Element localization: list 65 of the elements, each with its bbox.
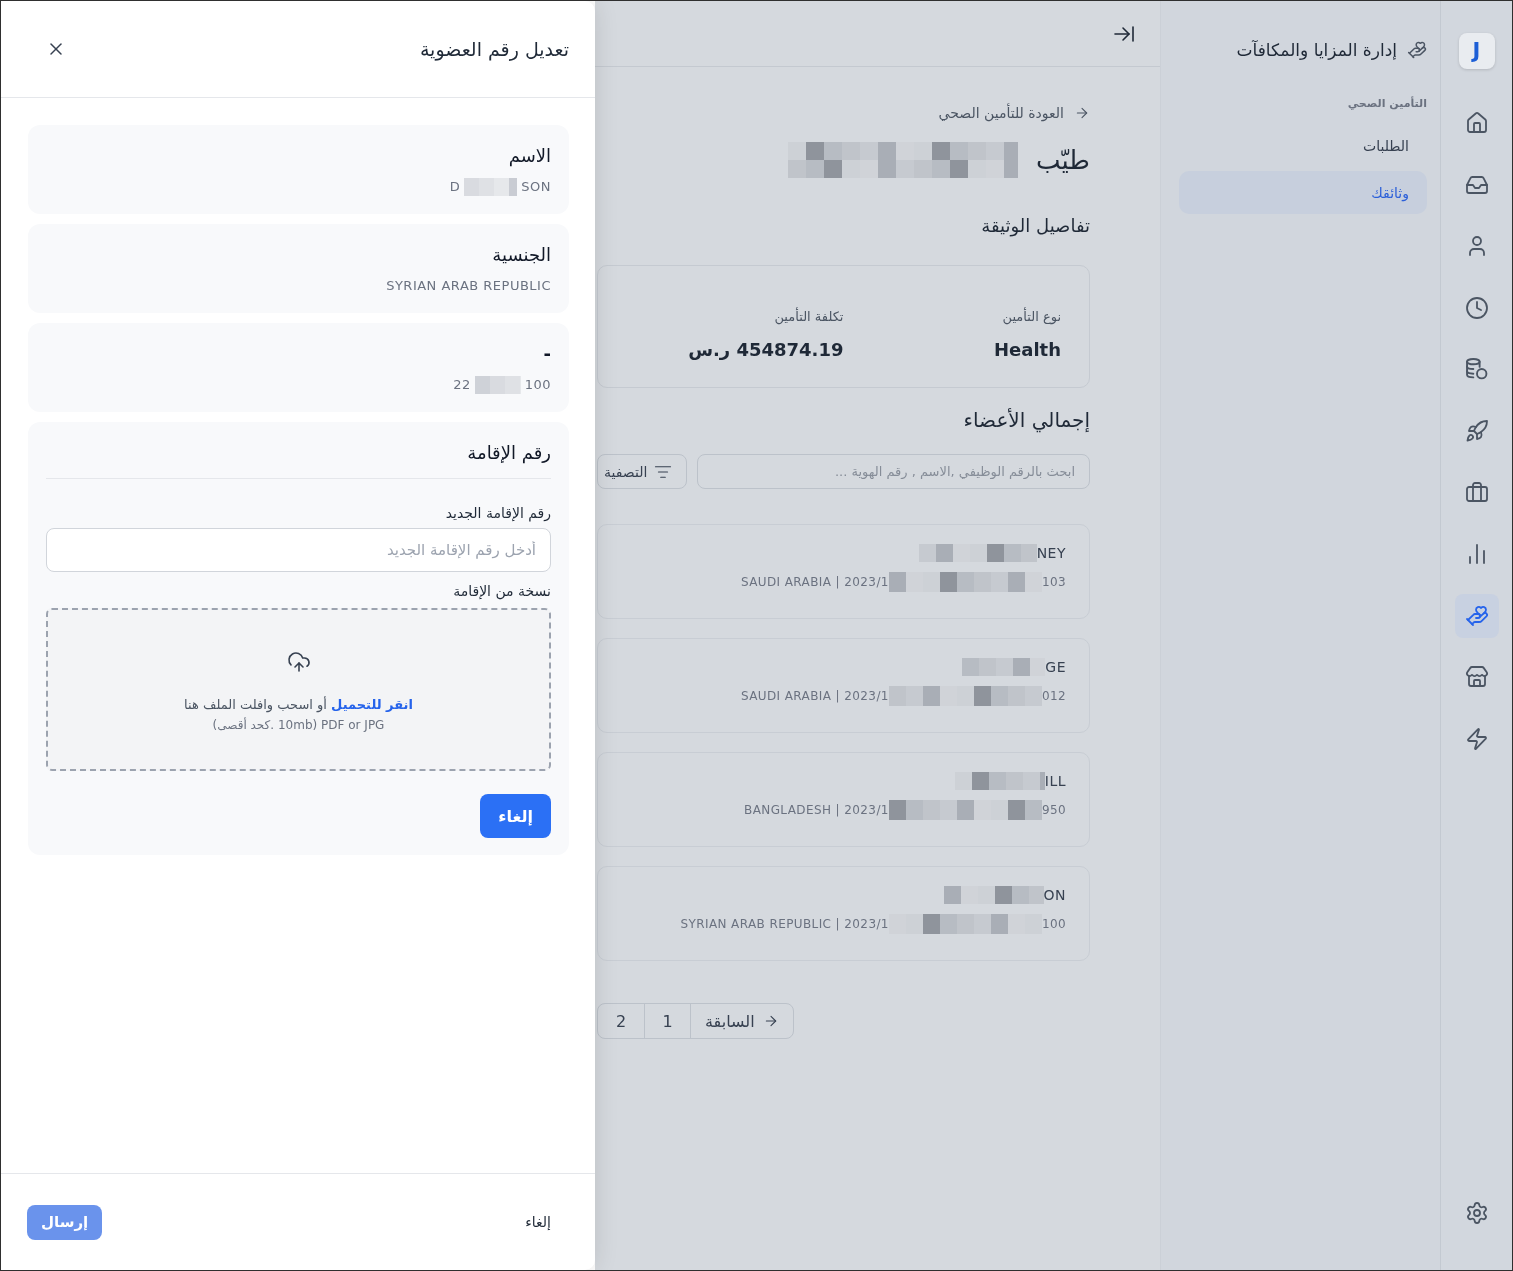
filter-button[interactable]: التصفية: [597, 454, 688, 489]
member-card[interactable]: ON SYRIAN ARAB REPUBLIC | 2023/1 100: [597, 866, 1090, 961]
member-name: GE: [1045, 658, 1066, 677]
upload-instruction: انقر للتحميل أو اسحب وافلت الملف هنا: [184, 695, 413, 715]
info-label: الاسم: [507, 144, 551, 169]
member-details: BANGLADESH | 2023/1: [744, 802, 889, 819]
upload-link[interactable]: انقر للتحميل: [331, 697, 413, 712]
info-value: 22: [453, 376, 471, 394]
field-label: تكلفة التأمين: [773, 307, 844, 327]
field-value: Health: [993, 338, 1061, 362]
cloud-upload-icon: [286, 650, 311, 674]
info-value: SON: [521, 178, 551, 196]
back-link[interactable]: العودة للتأمين الصحي: [938, 103, 1090, 123]
member-name: ON: [1043, 886, 1066, 905]
settings-icon: [1464, 1201, 1489, 1225]
arrow-right-icon: [1074, 105, 1090, 121]
member-details: 012: [1041, 688, 1066, 705]
sidebar-item[interactable]: وثائقك: [1179, 171, 1427, 214]
info-label: -: [542, 342, 551, 366]
hand-heart-icon: [1464, 603, 1489, 628]
drawer-title: تعديل رقم العضوية: [419, 37, 569, 63]
previous-page-button[interactable]: السابقة: [690, 1004, 793, 1038]
app-logo[interactable]: J: [1458, 33, 1495, 69]
lightning-icon: [1464, 726, 1489, 751]
store-icon: [1464, 665, 1489, 690]
hand-heart-icon: [1407, 40, 1427, 60]
member-details: 950: [1041, 802, 1066, 819]
info-label: الجنسية: [491, 243, 551, 267]
page-title: طيّب: [1035, 144, 1090, 177]
field-label: نوع التأمين: [1001, 307, 1061, 327]
home-icon: [1464, 111, 1489, 135]
coin-stack-icon: [1465, 358, 1488, 381]
page-button[interactable]: 2: [598, 1004, 644, 1038]
nav-item[interactable]: [1454, 593, 1499, 638]
member-details: SYRIAN ARAB REPUBLIC | 2023/1: [680, 916, 889, 933]
cancel-button[interactable]: إلغاء: [480, 794, 551, 838]
pixelated-redaction: [474, 376, 521, 394]
sidebar-item[interactable]: الطلبات: [1179, 124, 1427, 167]
member-details: 103: [1041, 574, 1066, 591]
section-heading: إجمالي الأعضاء: [962, 407, 1090, 435]
member-card[interactable]: GE SAUDI ARABIA | 2023/1 012: [597, 638, 1090, 733]
section-heading: تفاصيل الوثيقة: [980, 214, 1090, 239]
member-name: NEY: [1036, 544, 1066, 563]
info-value: SYRIAN ARAB REPUBLIC: [385, 277, 551, 295]
field-value: 454874.19 ر.س: [687, 338, 844, 362]
clock-icon: [1464, 295, 1489, 320]
cancel-button[interactable]: إلغاء: [525, 1212, 551, 1232]
member-card[interactable]: ILL BANGLADESH | 2023/1 950: [597, 752, 1090, 847]
member-card[interactable]: NEY SAUDI ARABIA | 2023/1 103: [597, 524, 1090, 619]
info-value: D: [449, 178, 461, 196]
member-details: SAUDI ARABIA | 2023/1: [740, 688, 889, 705]
field-label: نسخة من الإقامة: [452, 582, 551, 601]
member-name: ILL: [1044, 772, 1066, 791]
member-details: 100: [1041, 916, 1066, 933]
section-title: رقم الإقامة: [466, 441, 551, 466]
search-field[interactable]: ابحث بالرقم الوظيفي ,الاسم , رقم الهوية ...: [697, 454, 1090, 489]
field-label: رقم الإقامة الجديد: [444, 504, 551, 523]
briefcase-icon: [1464, 480, 1489, 505]
pixelated-redaction: [464, 178, 518, 196]
member-details: SAUDI ARABIA | 2023/1: [740, 574, 889, 591]
section-label: التأمين الصحي: [1346, 96, 1427, 112]
page-button[interactable]: 1: [644, 1004, 690, 1038]
info-value: 100: [524, 376, 551, 394]
sidebar-title: إدارة المزايا والمكافآت: [1236, 39, 1397, 62]
rocket-icon: [1464, 418, 1489, 443]
